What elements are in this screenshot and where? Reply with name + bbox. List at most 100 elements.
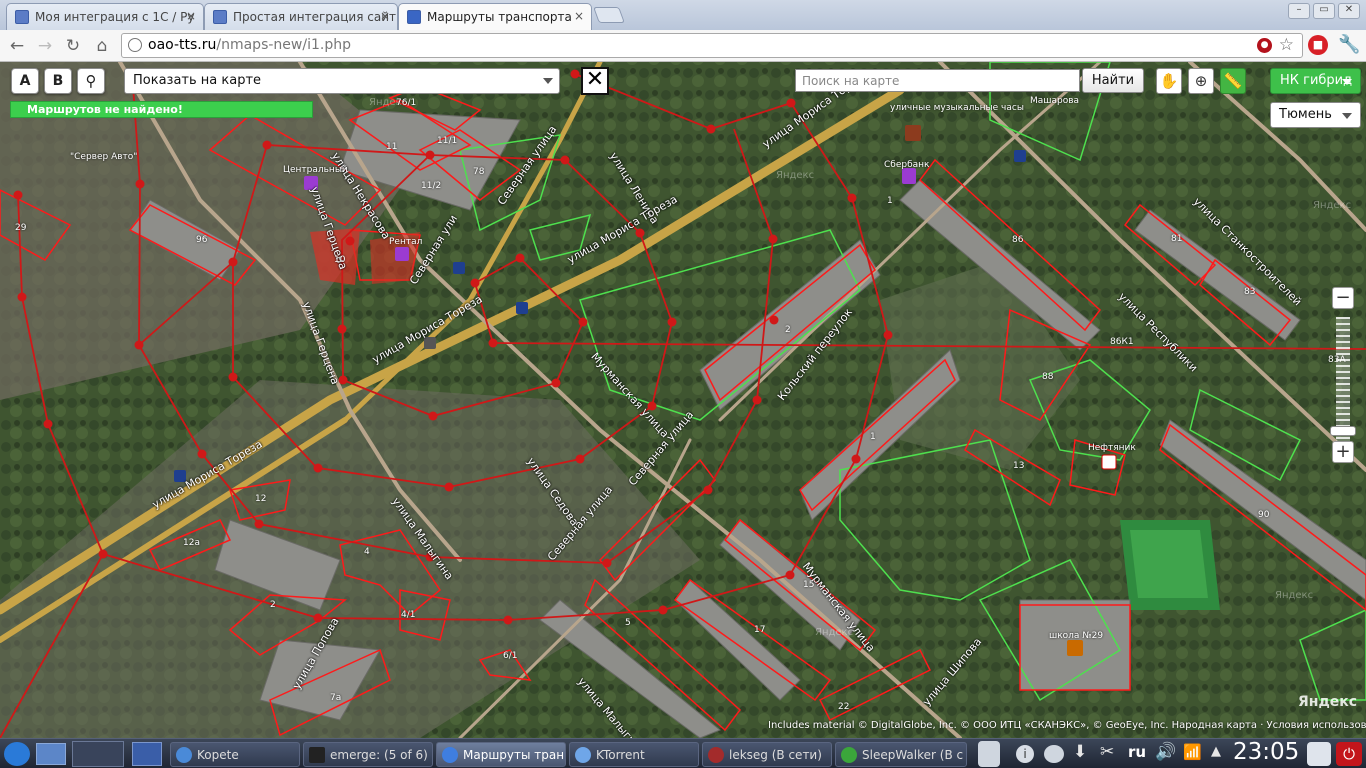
zoom-in-button[interactable]: + [1332, 441, 1354, 463]
clock[interactable]: 23:05 [1233, 739, 1299, 765]
kde-menu-icon[interactable] [4, 742, 30, 766]
place-label: уличные музыкальные часы [890, 103, 1024, 113]
chevron-down-icon [1342, 79, 1352, 85]
house-number-label: 81 [1171, 234, 1183, 244]
reload-icon[interactable]: ↻ [62, 35, 84, 57]
house-number-label: 78 [473, 167, 485, 177]
zoom-out-button[interactable]: − [1332, 287, 1354, 309]
taskbar-item-lekseg[interactable]: lekseg (В сети) [702, 742, 832, 767]
stop-ext-icon[interactable]: ● [1257, 38, 1272, 53]
show-on-map-value: Показать на карте [133, 73, 262, 88]
network-manager-icon[interactable] [1044, 745, 1064, 763]
house-number-label: 86 [1012, 235, 1024, 245]
adblock-extension-icon[interactable]: ■ [1308, 35, 1328, 55]
zoom-slider-track[interactable] [1336, 317, 1350, 441]
hand-pan-icon[interactable]: ✋ [1156, 68, 1182, 94]
lock-screen-icon[interactable] [1307, 742, 1331, 766]
map-watermark: Яндекс [1313, 200, 1352, 211]
house-number-label: 1 [887, 196, 893, 206]
map-type-select[interactable]: НК гибрид [1270, 68, 1361, 94]
close-tab-icon[interactable]: × [574, 9, 584, 23]
download-icon[interactable]: ⬇ [1073, 742, 1087, 762]
house-number-label: 4/1 [401, 610, 416, 620]
back-arrow-icon[interactable]: ← [6, 35, 28, 57]
clock-marker-icon[interactable] [905, 125, 921, 141]
bus-stop-icon[interactable] [453, 262, 465, 274]
close-window-button[interactable]: ✕ [1338, 3, 1360, 19]
bus-stop-icon[interactable] [1014, 150, 1026, 162]
bus-stop-icon[interactable] [516, 302, 528, 314]
house-number-label: 12а [183, 538, 200, 548]
route-point-b-button[interactable]: B [44, 68, 72, 94]
address-bar[interactable]: oao-tts.ru/nmaps-new/i1.php ● ☆ [121, 33, 1303, 58]
zoom-slider-thumb[interactable] [1330, 426, 1356, 436]
house-number-label: 10 [334, 255, 346, 265]
site-favicon-icon [407, 10, 421, 24]
tray-expand-icon[interactable]: ▲ [1211, 744, 1221, 759]
globe-icon [128, 38, 142, 52]
zoom-control[interactable]: − + [1330, 287, 1356, 463]
home-icon[interactable]: ⌂ [91, 35, 113, 57]
hospital-marker-icon[interactable] [1101, 454, 1117, 470]
taskbar-item-label: SleepWalker (В с [862, 748, 964, 762]
map-search-input[interactable]: Поиск на карте [795, 69, 1080, 92]
forward-arrow-icon[interactable]: → [34, 35, 56, 57]
place-label: Машарова [1030, 96, 1080, 106]
minimize-window-button[interactable]: – [1288, 3, 1310, 19]
house-number-label: 22 [838, 702, 850, 712]
info-icon[interactable]: i [1016, 745, 1034, 763]
tab-title: Маршруты транспорта [427, 10, 572, 24]
tab-simple-integration[interactable]: Простая интеграция сайт × [204, 3, 398, 30]
scissors-icon[interactable]: ✂ [1100, 742, 1114, 762]
bookmark-star-icon[interactable]: ☆ [1279, 35, 1294, 55]
power-icon[interactable]: ⏻ [1336, 742, 1362, 766]
tab-title: Моя интеграция с 1С / Ру [35, 10, 195, 24]
house-number-label: 2 [785, 325, 791, 335]
house-number-label: 17 [754, 625, 766, 635]
volume-icon[interactable]: 🔊 [1155, 742, 1176, 762]
tab-transport-routes[interactable]: Маршруты транспорта × [398, 3, 592, 30]
url-host: oao-tts.ru [148, 37, 217, 53]
shop-marker-icon[interactable] [395, 247, 409, 261]
tab-title: Простая интеграция сайт [233, 10, 396, 24]
taskbar-item-chrome[interactable]: Маршруты тран [436, 742, 566, 767]
keyboard-layout-indicator[interactable]: ru [1128, 743, 1146, 761]
binoculars-icon[interactable]: ⚲ [77, 68, 105, 94]
file-manager-icon[interactable] [36, 743, 66, 765]
bank-marker-icon[interactable] [902, 168, 916, 184]
taskbar-item-emerge[interactable]: emerge: (5 of 6) [303, 742, 433, 767]
find-button[interactable]: Найти [1082, 68, 1144, 93]
taskbar-item-ktorrent[interactable]: KTorrent [569, 742, 699, 767]
wrench-menu-icon[interactable]: 🔧 [1338, 34, 1360, 55]
taskbar-item-label: lekseg (В сети) [729, 748, 822, 762]
route-point-a-button[interactable]: A [11, 68, 39, 94]
terminal-launcher-icon[interactable] [132, 742, 162, 766]
virtual-desktops-pager[interactable] [72, 741, 124, 767]
parking-icon[interactable] [424, 337, 436, 349]
house-number-label: 2 [270, 600, 276, 610]
place-label: "Сервер Авто" [70, 152, 138, 162]
close-tab-icon[interactable]: × [186, 9, 196, 23]
show-on-map-select[interactable]: Показать на карте [124, 68, 560, 94]
ruler-icon[interactable]: 📏 [1220, 68, 1246, 94]
school-marker-icon[interactable] [1067, 640, 1083, 656]
house-number-label: 86К1 [1110, 337, 1134, 347]
clear-routes-button[interactable]: ✕ [581, 67, 609, 95]
new-tab-button[interactable] [593, 7, 625, 23]
house-number-label: 13 [1013, 461, 1025, 471]
magnifier-zoom-icon[interactable]: ⊕ [1188, 68, 1214, 94]
tab-integration-1c[interactable]: Моя интеграция с 1С / Ру × [6, 3, 204, 30]
chat-icon [841, 747, 857, 763]
map-watermark: Яндекс [776, 170, 815, 181]
taskbar-item-kopete[interactable]: Kopete [170, 742, 300, 767]
map-canvas[interactable]: улица Некрасова Северная улица улица Ленин… [0, 62, 1366, 738]
city-select[interactable]: Тюмень [1270, 102, 1361, 128]
wifi-icon[interactable]: 📶 [1183, 743, 1202, 761]
maximize-window-button[interactable]: ▭ [1313, 3, 1335, 19]
status-message: Маршрутов не найдено! [10, 101, 313, 118]
taskbar-item-sleepwalker[interactable]: SleepWalker (В с [835, 742, 967, 767]
place-label: Нефтяник [1088, 443, 1136, 453]
close-tab-icon[interactable]: × [380, 9, 390, 23]
site-favicon-icon [213, 10, 227, 24]
trash-icon[interactable] [978, 741, 1000, 767]
